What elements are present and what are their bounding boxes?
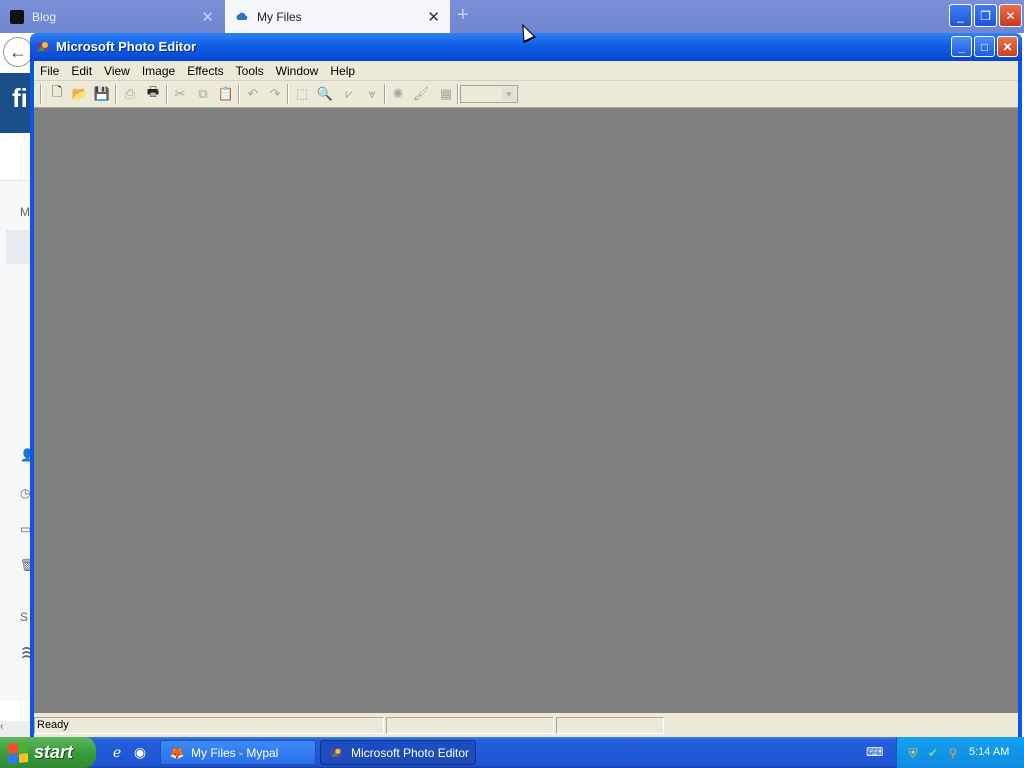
chevron-down-icon[interactable]: ▼ — [502, 87, 516, 101]
storage-heading-fragment: S — [20, 610, 29, 624]
zoom-combo[interactable]: ▼ — [460, 85, 518, 103]
menu-view[interactable]: View — [98, 64, 136, 78]
tab-my-files[interactable]: My Files ✕ — [225, 0, 450, 33]
select-icon[interactable]: ⬚ — [292, 84, 312, 104]
back-arrow-icon[interactable]: ← — [3, 37, 33, 67]
print-preview-icon[interactable]: ⎙ — [120, 84, 140, 104]
image-workspace[interactable] — [34, 108, 1018, 713]
print-icon[interactable]: 🖶 — [143, 84, 163, 104]
internet-explorer-icon[interactable]: ℯ — [108, 743, 126, 761]
restore-button[interactable]: ❐ — [974, 4, 997, 27]
status-bar: Ready — [34, 714, 1018, 737]
minimize-button[interactable]: _ — [949, 4, 972, 27]
menu-effects[interactable]: Effects — [181, 64, 229, 78]
window-controls: _ □ ✕ — [951, 36, 1018, 57]
brush-icon[interactable]: 🖌 — [411, 84, 431, 104]
transparency-icon[interactable]: ✺ — [388, 84, 408, 104]
browser-icon[interactable]: ◉ — [131, 743, 149, 761]
menu-image[interactable]: Image — [136, 64, 181, 78]
keyboard-icon[interactable]: ⌨ — [866, 745, 884, 759]
sidebar-heading-fragment: M — [20, 205, 30, 219]
toolbar-separator — [457, 84, 459, 104]
undo-icon[interactable]: ↶ — [243, 84, 263, 104]
zoom-icon[interactable]: 🔍 — [315, 84, 335, 104]
redo-icon[interactable]: ↷ — [265, 84, 285, 104]
blog-icon — [10, 9, 24, 24]
open-icon[interactable]: 📂 — [70, 84, 90, 104]
browser-window-controls: _ ❐ ✕ — [949, 4, 1022, 27]
cloud-icon — [235, 10, 249, 24]
window-client-area: File Edit View Image Effects Tools Windo… — [34, 61, 1018, 737]
status-pane-3 — [556, 717, 664, 734]
toolbar-separator — [287, 84, 289, 104]
paste-icon[interactable]: 📋 — [216, 84, 236, 104]
toolbar-grip — [40, 84, 42, 104]
toolbar: 🗋 📂 💾 ⎙ 🖶 ✂ ⧉ 📋 ↶ ↷ ⬚ 🔍 ⩗ ⩔ ✺ 🖌 ▦ ▼ — [34, 81, 1018, 108]
status-text: Ready — [34, 717, 384, 734]
toolbar-separator — [115, 84, 117, 104]
system-tray: ⛨ ✔ ⚲ 5:14 AM — [896, 737, 1024, 768]
window-title: Microsoft Photo Editor — [56, 39, 197, 54]
menu-bar: File Edit View Image Effects Tools Windo… — [34, 61, 1018, 81]
minimize-button[interactable]: _ — [951, 36, 972, 57]
site-logo: fi — [0, 73, 34, 133]
menu-help[interactable]: Help — [324, 64, 361, 78]
close-button[interactable]: ✕ — [999, 4, 1022, 27]
tab-label: My Files — [257, 9, 302, 24]
start-button[interactable]: start — [0, 737, 96, 768]
browser-tab-bar: Blog ✕ My Files ✕ + _ ❐ ✕ — [0, 0, 1024, 33]
copy-icon[interactable]: ⧉ — [193, 84, 213, 104]
windows-logo-icon — [8, 741, 28, 764]
new-icon[interactable]: 🗋 — [47, 84, 67, 104]
task-label: Microsoft Photo Editor — [351, 745, 470, 760]
balance-icon[interactable]: ▦ — [436, 84, 456, 104]
photo-editor-window: Microsoft Photo Editor _ □ ✕ File Edit V… — [30, 33, 1022, 737]
mypal-icon: 🦊 — [169, 745, 185, 760]
smudge-icon[interactable]: ⩗ — [339, 84, 359, 104]
tab-blog[interactable]: Blog ✕ — [0, 0, 224, 33]
toolbar-separator — [238, 84, 240, 104]
horizontal-scrollbar[interactable]: ‹ — [0, 721, 34, 737]
taskbar: start ℯ ◉ 🦊 My Files - Mypal Microsoft P… — [0, 737, 1024, 768]
security-shield-icon[interactable]: ⛨ — [905, 745, 921, 761]
menu-file[interactable]: File — [34, 64, 65, 78]
tab-label: Blog — [32, 9, 57, 24]
maximize-button[interactable]: □ — [974, 36, 995, 57]
menu-window[interactable]: Window — [270, 64, 325, 78]
close-icon[interactable]: ✕ — [201, 8, 214, 26]
start-label: start — [34, 742, 74, 762]
sponge-icon[interactable]: ⩔ — [362, 84, 382, 104]
clock[interactable]: 5:14 AM — [969, 746, 1009, 758]
task-label: My Files - Mypal — [191, 745, 279, 760]
photo-editor-app-icon[interactable] — [36, 39, 52, 55]
cut-icon[interactable]: ✂ — [170, 84, 190, 104]
close-icon[interactable]: ✕ — [427, 8, 440, 26]
search-icon[interactable]: ⚲ — [945, 745, 961, 761]
taskbar-item-mypal[interactable]: 🦊 My Files - Mypal — [160, 740, 316, 765]
clock-icon[interactable]: ◷ — [20, 486, 30, 500]
photo-editor-icon — [329, 745, 345, 761]
toolbar-separator — [384, 84, 386, 104]
menu-edit[interactable]: Edit — [65, 64, 98, 78]
toolbar-separator — [166, 84, 168, 104]
save-icon[interactable]: 💾 — [92, 84, 112, 104]
menu-tools[interactable]: Tools — [230, 64, 270, 78]
network-icon[interactable]: ✔ — [925, 745, 941, 761]
status-pane-2 — [386, 717, 554, 734]
taskbar-item-photo-editor[interactable]: Microsoft Photo Editor — [320, 740, 476, 765]
close-button[interactable]: ✕ — [997, 36, 1018, 57]
plus-icon[interactable]: + — [457, 4, 469, 27]
